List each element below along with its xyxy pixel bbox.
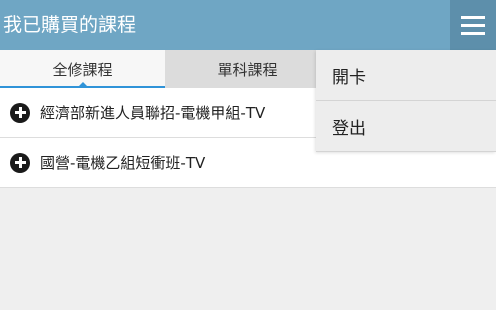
overflow-menu: 開卡 登出 bbox=[316, 50, 496, 152]
page-title: 我已購買的課程 bbox=[3, 14, 137, 36]
plus-circle-icon[interactable] bbox=[10, 152, 30, 173]
tab-single-courses[interactable]: 單科課程 bbox=[165, 50, 330, 88]
course-title: 經濟部新進人員聯招-電機甲組-TV bbox=[40, 104, 266, 122]
plus-circle-icon[interactable] bbox=[10, 102, 30, 123]
course-title: 國營-電機乙組短衝班-TV bbox=[40, 154, 206, 172]
menu-item-activate-card[interactable]: 開卡 bbox=[316, 50, 496, 101]
menu-bar-line bbox=[461, 23, 485, 27]
menu-item-logout[interactable]: 登出 bbox=[316, 101, 496, 152]
tab-label: 全修課程 bbox=[52, 60, 113, 79]
tab-label: 單科課程 bbox=[217, 60, 278, 79]
menu-bar-line bbox=[461, 15, 485, 19]
menu-bar-line bbox=[461, 31, 485, 35]
active-tab-caret-icon bbox=[78, 82, 87, 86]
app-bar: 我已購買的課程 bbox=[0, 0, 496, 50]
tab-full-courses[interactable]: 全修課程 bbox=[0, 50, 165, 88]
hamburger-menu-icon[interactable] bbox=[450, 0, 496, 50]
course-tabs: 全修課程 單科課程 bbox=[0, 50, 330, 88]
